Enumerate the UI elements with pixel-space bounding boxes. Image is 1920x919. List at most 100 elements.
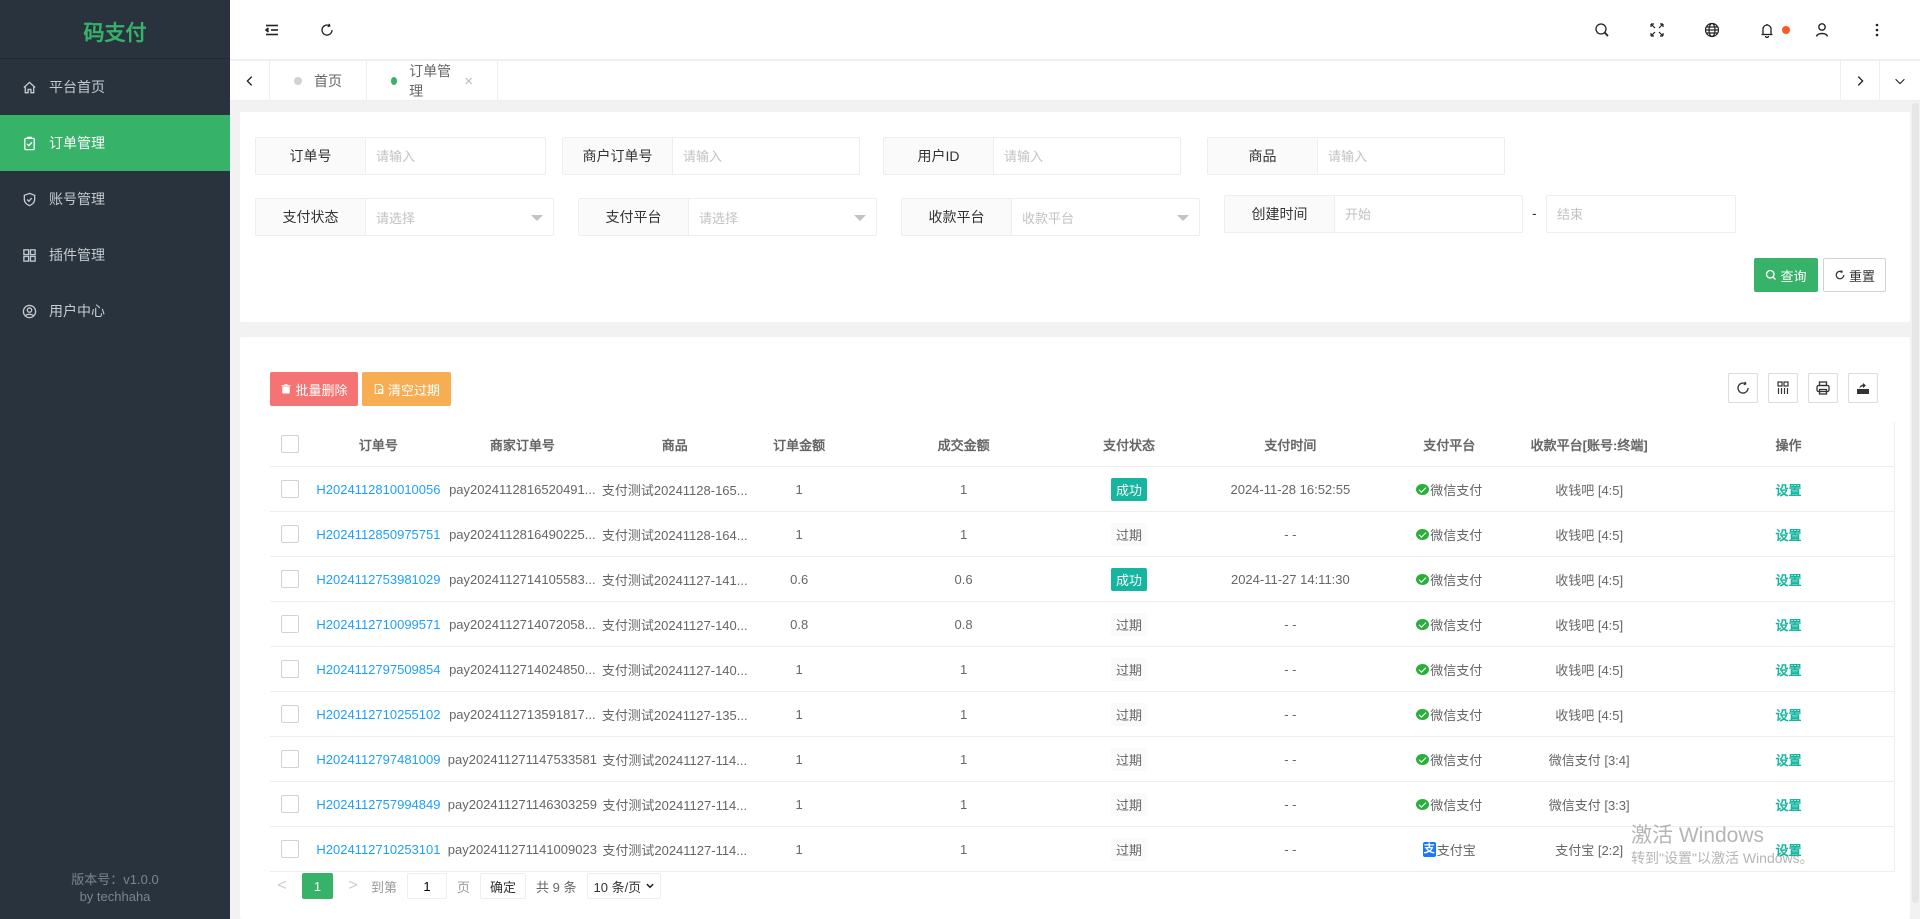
tab-order-management[interactable]: 订单管理 × — [367, 61, 498, 101]
sidebar-nav: 平台首页 订单管理 账号管理 插件管理 用户中心 — [0, 59, 230, 339]
user-id-input[interactable] — [1004, 138, 1180, 174]
sidebar-item-orders[interactable]: 订单管理 — [0, 115, 230, 171]
row-checkbox[interactable] — [280, 480, 299, 498]
column-header[interactable]: 操作 — [1683, 422, 1894, 466]
next-page-button[interactable]: > — [341, 877, 365, 895]
settings-link[interactable]: 设置 — [1776, 480, 1802, 499]
settings-link[interactable]: 设置 — [1776, 705, 1802, 724]
tab-dropdown-button[interactable] — [1880, 61, 1920, 101]
end-date-input[interactable] — [1557, 206, 1735, 222]
page-size-select[interactable]: 10 条/页 — [586, 873, 661, 899]
column-header[interactable]: 成交金额 — [847, 422, 1081, 466]
goto-confirm-button[interactable]: 确定 — [480, 873, 527, 899]
tab-scroll-left-button[interactable] — [230, 61, 270, 101]
column-header[interactable]: 支付状态 — [1081, 422, 1178, 466]
order-amount: 1 — [795, 481, 803, 497]
print-icon — [1815, 380, 1831, 396]
row-checkbox[interactable] — [280, 840, 299, 858]
print-button[interactable] — [1808, 373, 1838, 403]
merchant-order-no-input[interactable] — [683, 138, 859, 174]
pay-status-select[interactable]: 请选择 — [366, 199, 553, 235]
batch-delete-button[interactable]: 批量删除 — [270, 372, 358, 406]
order-no-link[interactable]: H2024112753981029 — [316, 572, 440, 587]
refresh-page-button[interactable] — [315, 18, 339, 42]
prev-page-button[interactable]: < — [270, 877, 294, 895]
receiver-platform-field: 收款平台 收款平台 — [901, 198, 1200, 236]
order-no-link[interactable]: H2024112797509854 — [316, 662, 440, 677]
query-button[interactable]: 查询 — [1754, 258, 1818, 292]
row-checkbox[interactable] — [280, 705, 299, 723]
sidebar-item-accounts[interactable]: 账号管理 — [0, 171, 230, 227]
page-1-button[interactable]: 1 — [302, 873, 333, 899]
tab-home[interactable]: 首页 — [270, 61, 367, 101]
sidebar-item-user-center[interactable]: 用户中心 — [0, 283, 230, 339]
export-icon — [1855, 380, 1871, 396]
table-body: H2024112810010056 pay2024112816520491... 支… — [270, 467, 1894, 872]
order-amount: 1 — [795, 841, 803, 857]
settings-link[interactable]: 设置 — [1776, 795, 1802, 814]
language-button[interactable] — [1700, 18, 1724, 42]
export-button[interactable] — [1848, 373, 1878, 403]
pay-platform-select[interactable]: 请选择 — [689, 199, 876, 235]
row-checkbox[interactable] — [280, 615, 299, 633]
tab-scroll-right-button[interactable] — [1840, 61, 1880, 101]
header-search-button[interactable] — [1590, 18, 1614, 42]
reset-button[interactable]: 重置 — [1823, 258, 1886, 292]
status-badge: 过期 — [1110, 657, 1147, 681]
column-header[interactable]: 商家订单号 — [447, 422, 598, 466]
column-header[interactable]: 支付平台 — [1403, 422, 1495, 466]
order-no-link[interactable]: H2024112710099571 — [316, 617, 440, 632]
field-label: 支付状态 — [256, 199, 366, 235]
notifications-button[interactable] — [1755, 18, 1779, 42]
table-refresh-button[interactable] — [1728, 373, 1758, 403]
settings-link[interactable]: 设置 — [1776, 840, 1802, 859]
settings-link[interactable]: 设置 — [1776, 570, 1802, 589]
sidebar-item-home[interactable]: 平台首页 — [0, 59, 230, 115]
caret-down-icon — [854, 215, 866, 221]
receiver-platform-select[interactable]: 收款平台 — [1012, 199, 1199, 235]
order-no-link[interactable]: H2024112810010056 — [316, 482, 440, 497]
row-checkbox[interactable] — [280, 750, 299, 768]
row-checkbox[interactable] — [280, 570, 299, 588]
user-menu-button[interactable] — [1810, 18, 1834, 42]
product-input[interactable] — [1328, 138, 1504, 174]
column-header[interactable]: 商品 — [598, 422, 752, 466]
settings-link[interactable]: 设置 — [1776, 525, 1802, 544]
clear-expired-button[interactable]: 清空过期 — [362, 372, 451, 406]
goto-page-input[interactable] — [408, 878, 447, 894]
start-date-input[interactable] — [1345, 196, 1522, 232]
more-button[interactable] — [1865, 18, 1889, 42]
pay-time: - - — [1284, 706, 1297, 722]
top-header — [230, 0, 1920, 60]
app-logo[interactable]: 码支付 — [0, 0, 230, 59]
table-row: H2024112797509854 pay2024112714024850... 支… — [270, 647, 1894, 692]
settings-link[interactable]: 设置 — [1776, 615, 1802, 634]
order-no-link[interactable]: H2024112757994849 — [316, 797, 440, 812]
order-no-link[interactable]: H2024112710255102 — [316, 707, 440, 722]
column-header[interactable]: 订单金额 — [752, 422, 847, 466]
column-header[interactable]: 订单号 — [310, 422, 447, 466]
row-checkbox[interactable] — [280, 795, 299, 813]
paid-amount: 0.6 — [954, 571, 973, 587]
settings-link[interactable]: 设置 — [1776, 750, 1802, 769]
order-amount: 1 — [795, 751, 803, 767]
column-header[interactable]: 收款平台[账号:终端] — [1495, 422, 1683, 466]
button-label: 批量删除 — [295, 382, 348, 398]
menu-fold-button[interactable] — [260, 18, 284, 42]
order-no-link[interactable]: H2024112850975751 — [316, 527, 440, 542]
column-header[interactable]: 支付时间 — [1177, 422, 1403, 466]
sidebar-item-plugins[interactable]: 插件管理 — [0, 227, 230, 283]
row-checkbox[interactable] — [280, 660, 299, 678]
page-scrollbar[interactable] — [1910, 101, 1920, 919]
row-checkbox[interactable] — [280, 525, 299, 543]
settings-link[interactable]: 设置 — [1776, 660, 1802, 679]
select-all-checkbox[interactable] — [280, 435, 299, 453]
scrollbar-thumb[interactable] — [1912, 103, 1919, 903]
order-no-input[interactable] — [376, 138, 545, 174]
fullscreen-button[interactable] — [1645, 18, 1669, 42]
pay-platform: 微信支付 — [1403, 692, 1495, 736]
order-no-link[interactable]: H2024112797481009 — [316, 752, 440, 767]
close-icon[interactable]: × — [464, 73, 473, 90]
columns-filter-button[interactable] — [1768, 373, 1798, 403]
order-no-link[interactable]: H2024112710253101 — [316, 842, 440, 857]
